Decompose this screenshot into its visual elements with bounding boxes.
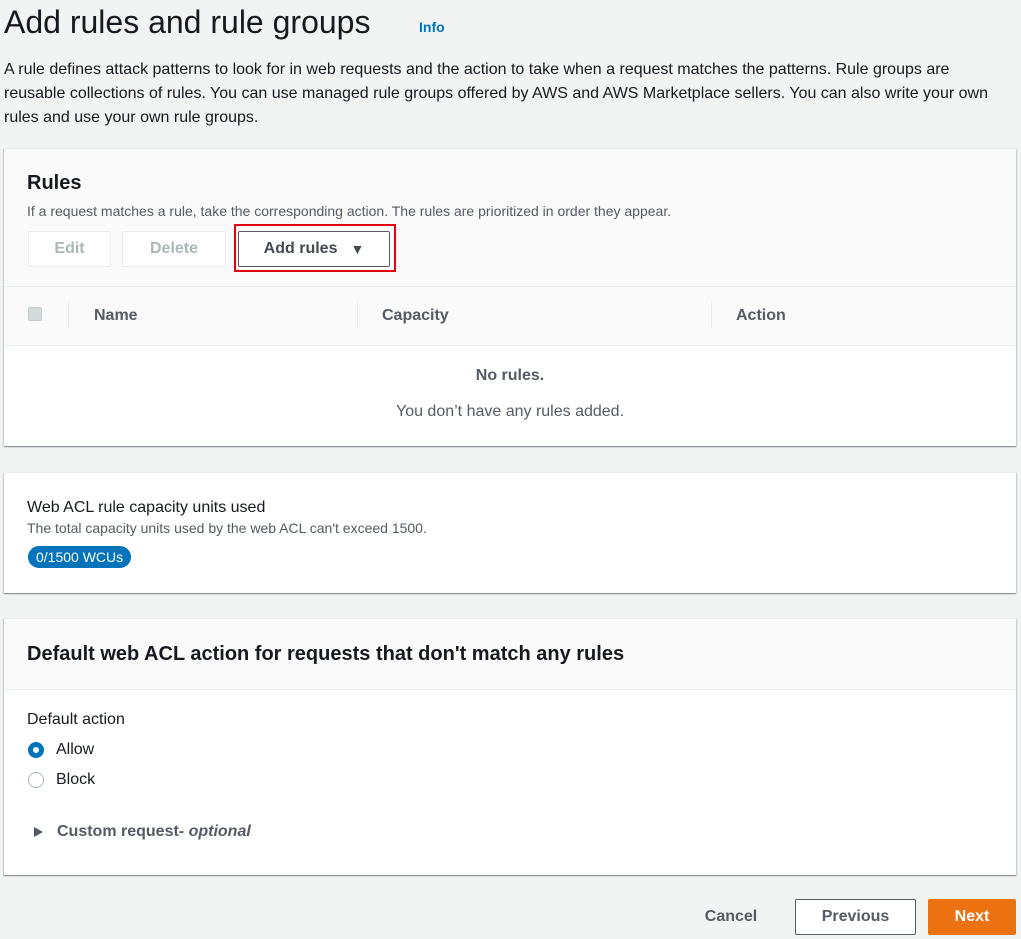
column-separator bbox=[357, 301, 358, 329]
caret-down-icon: ▼ bbox=[350, 241, 365, 257]
empty-state-title: No rules. bbox=[475, 367, 545, 384]
default-action-label: Default action bbox=[27, 711, 125, 728]
column-header-name[interactable]: Name bbox=[94, 307, 138, 325]
wcu-badge: 0/1500 WCUs bbox=[28, 546, 132, 568]
radio-block-label: Block bbox=[56, 771, 96, 788]
custom-request-label: Custom request bbox=[57, 823, 179, 840]
rules-title: Rules bbox=[27, 172, 82, 194]
column-header-capacity[interactable]: Capacity bbox=[382, 307, 449, 325]
rules-panel-header: Rules If a request matches a rule, take … bbox=[4, 149, 1016, 287]
wcu-description: The total capacity units used by the web… bbox=[27, 520, 427, 536]
add-rules-button[interactable]: Add rules ▼ bbox=[238, 231, 390, 267]
rules-description: If a request matches a rule, take the co… bbox=[27, 203, 672, 219]
custom-request-optional: - optional bbox=[178, 823, 251, 840]
radio-selected-icon[interactable] bbox=[28, 742, 44, 758]
radio-block[interactable]: Block bbox=[28, 769, 95, 791]
cancel-button[interactable]: Cancel bbox=[690, 900, 772, 934]
default-action-header: Default web ACL action for requests that… bbox=[4, 619, 1016, 690]
radio-allow-label: Allow bbox=[56, 741, 95, 758]
default-action-title: Default web ACL action for requests that… bbox=[27, 643, 625, 665]
rules-panel: Rules If a request matches a rule, take … bbox=[4, 148, 1016, 446]
rules-table-header: Name Capacity Action bbox=[4, 287, 1016, 346]
delete-button[interactable]: Delete bbox=[122, 231, 226, 267]
page-description: A rule defines attack patterns to look f… bbox=[4, 61, 988, 126]
select-all-checkbox[interactable] bbox=[28, 307, 42, 321]
info-link[interactable]: Info bbox=[419, 19, 445, 35]
column-separator bbox=[68, 301, 69, 329]
column-header-action[interactable]: Action bbox=[736, 307, 786, 325]
default-action-panel: Default web ACL action for requests that… bbox=[4, 618, 1016, 875]
custom-request-expander[interactable]: Custom request - optional bbox=[34, 823, 251, 841]
add-rules-label: Add rules bbox=[263, 240, 338, 257]
page-title: Add rules and rule groups bbox=[4, 4, 371, 40]
empty-state-description: You don’t have any rules added. bbox=[395, 403, 625, 420]
radio-allow[interactable]: Allow bbox=[28, 739, 94, 761]
caret-right-icon bbox=[34, 827, 43, 837]
wcu-panel: Web ACL rule capacity units used The tot… bbox=[4, 472, 1016, 593]
column-separator bbox=[711, 301, 712, 329]
edit-button[interactable]: Edit bbox=[28, 231, 111, 267]
radio-unselected-icon[interactable] bbox=[28, 772, 44, 788]
wcu-title: Web ACL rule capacity units used bbox=[27, 499, 266, 516]
next-button[interactable]: Next bbox=[928, 899, 1016, 935]
previous-button[interactable]: Previous bbox=[795, 899, 916, 935]
